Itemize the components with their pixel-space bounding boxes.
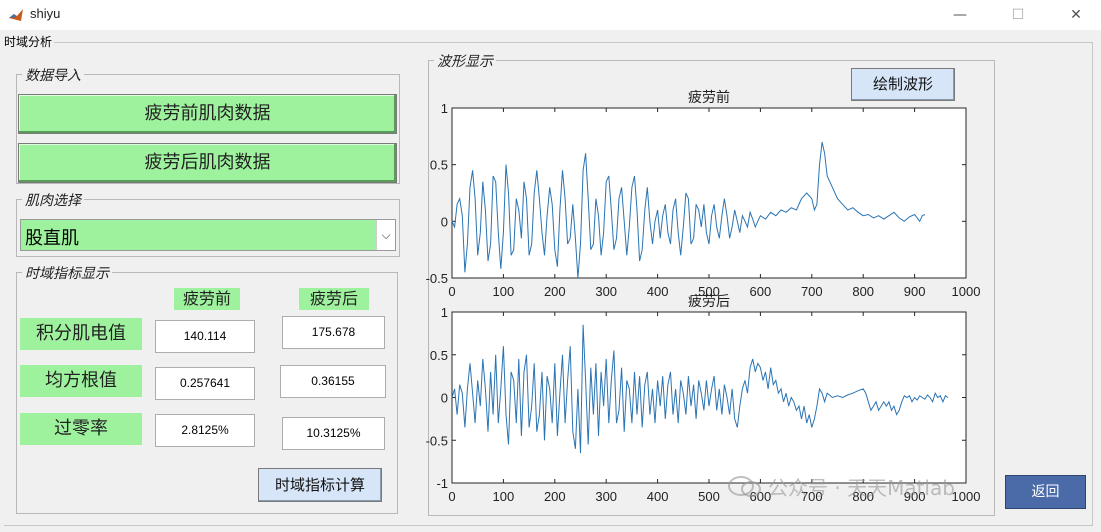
x-tick-label: 0 [448,284,455,299]
chart-title: 疲劳前 [688,89,730,105]
x-tick-label: 800 [852,284,874,299]
x-tick-label: 0 [448,489,455,504]
wechat-icon [728,476,761,497]
x-tick-label: 300 [595,489,617,504]
plot-area [451,311,967,484]
x-tick-label: 400 [647,489,669,504]
watermark-text: 公众号 · 天天Matlab [768,476,955,500]
x-tick-label: 700 [801,284,823,299]
chart-title: 疲劳后 [688,293,730,309]
x-tick-label: 600 [750,284,772,299]
x-tick-label: 100 [493,489,515,504]
y-tick-label: -0.5 [426,271,448,286]
x-tick-label: 100 [493,284,515,299]
y-tick-label: -0.5 [426,433,448,448]
y-tick-label: 0.5 [430,158,448,173]
y-tick-label: 0 [441,391,448,406]
y-tick-label: 1 [441,101,448,116]
x-tick-label: 1000 [952,284,981,299]
x-tick-label: 300 [595,284,617,299]
x-tick-label: 500 [698,489,720,504]
x-tick-label: 900 [904,284,926,299]
x-tick-label: 1000 [952,489,981,504]
y-tick-label: 0 [441,214,448,229]
x-tick-label: 400 [647,284,669,299]
y-tick-label: 0.5 [430,348,448,363]
return-button[interactable]: 返回 [1005,475,1086,509]
y-tick-label: -1 [436,476,448,491]
x-tick-label: 200 [544,489,566,504]
x-tick-label: 200 [544,284,566,299]
waveform-charts: 疲劳前0 100 200 300 400 500 600 700 800 900 1000-0.50… [426,89,981,504]
y-tick-label: 1 [441,305,448,320]
